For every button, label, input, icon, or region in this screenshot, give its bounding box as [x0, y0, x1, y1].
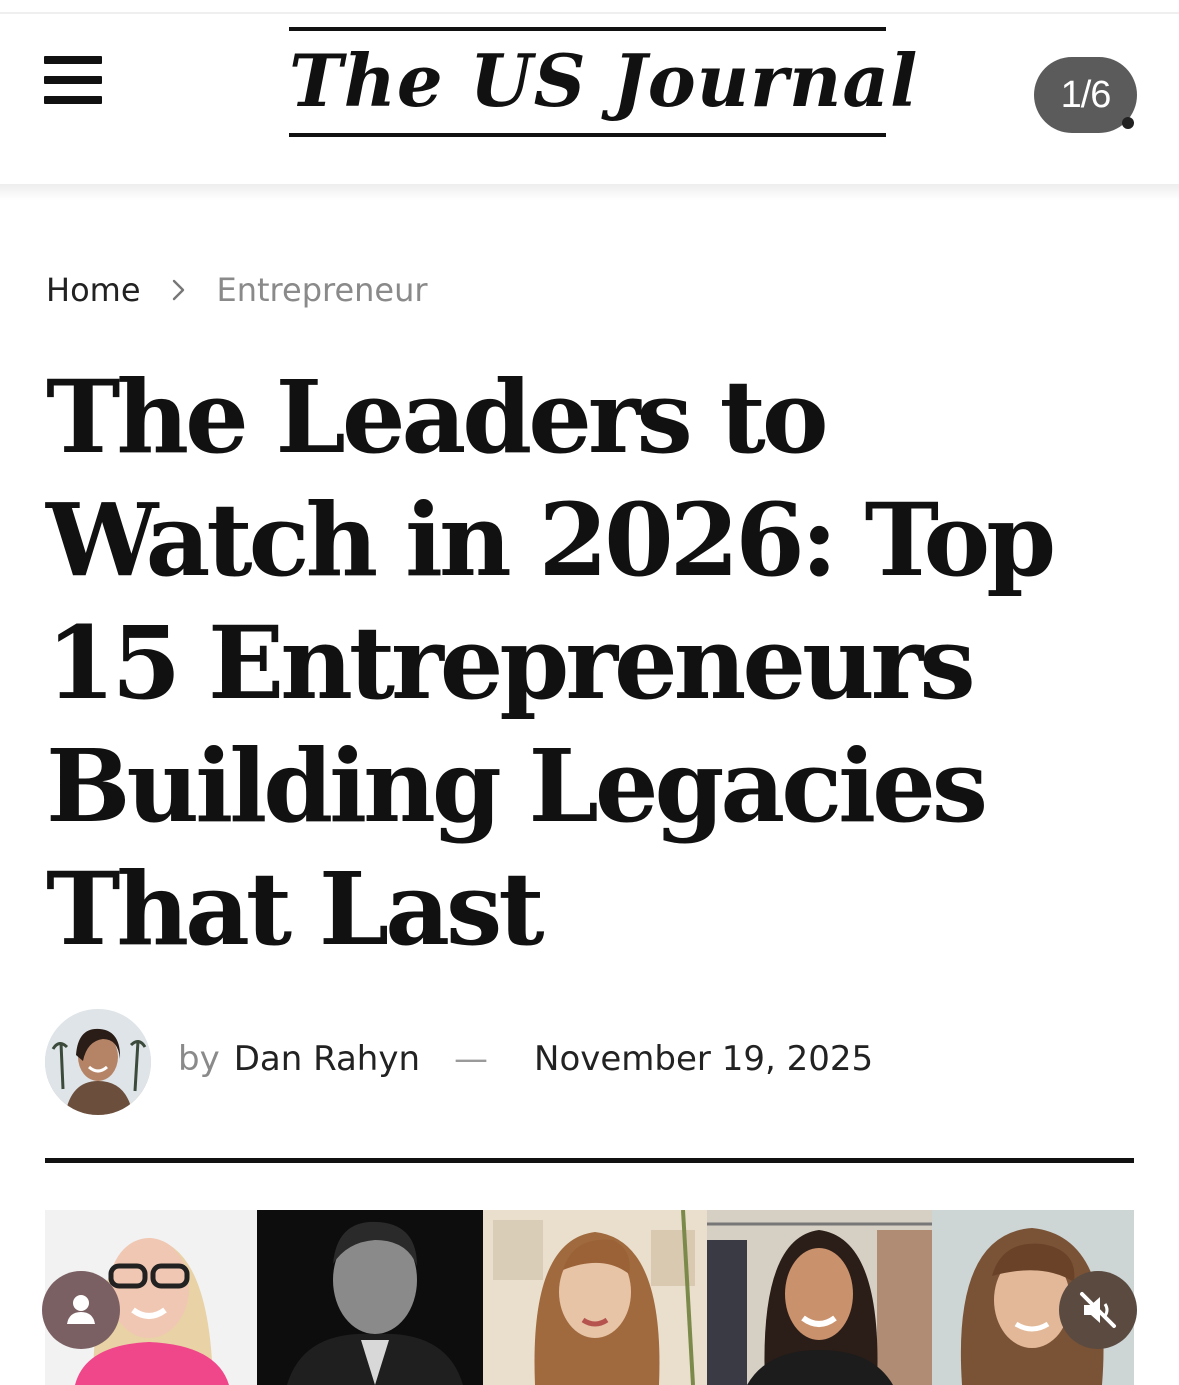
breadcrumb: Home Entrepreneur: [46, 268, 428, 312]
logo-bottom-rule: [289, 133, 886, 137]
avatar-photo: [45, 1009, 151, 1115]
by-label: by: [178, 1039, 220, 1079]
featured-image-collage[interactable]: [45, 1210, 1134, 1385]
article-title: The Leaders to Watch in 2026: Top 15 Ent…: [46, 358, 1056, 968]
chevron-right-icon: [159, 268, 199, 312]
site-logo[interactable]: The US Journal: [289, 27, 919, 139]
author-name-link[interactable]: Dan Rahyn: [234, 1039, 420, 1079]
hamburger-menu-icon[interactable]: [44, 56, 102, 104]
collage-photo-3: [483, 1210, 707, 1385]
collage-photo-2: [257, 1210, 483, 1385]
author-avatar[interactable]: [45, 1009, 151, 1115]
breadcrumb-category-link[interactable]: Entrepreneur: [217, 271, 428, 309]
breadcrumb-home-link[interactable]: Home: [46, 271, 141, 309]
publish-date: November 19, 2025: [534, 1039, 874, 1079]
article-byline: by Dan Rahyn — November 19, 2025: [178, 1034, 873, 1084]
collage-photo-4: [707, 1210, 932, 1385]
badge-dot: [1122, 117, 1134, 129]
header-shadow: [0, 184, 1179, 200]
user-icon[interactable]: [42, 1271, 120, 1349]
byline-divider: [45, 1158, 1134, 1163]
logo-text: The US Journal: [289, 38, 919, 123]
speaker-muted-icon[interactable]: [1059, 1271, 1137, 1349]
byline-separator: —: [454, 1039, 489, 1079]
logo-top-rule: [289, 27, 886, 31]
